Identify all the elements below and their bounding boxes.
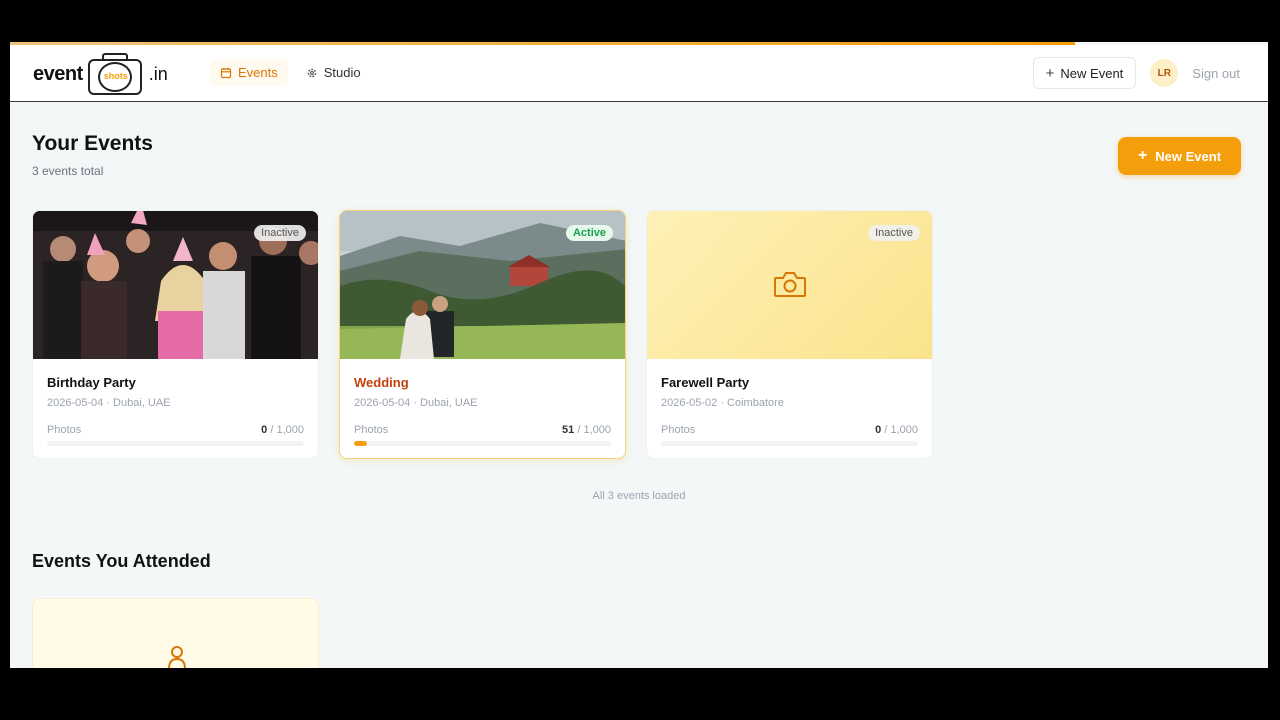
event-card-farewell-party[interactable]: Inactive Farewell Party 2026-05-02 · Coi… (646, 210, 933, 459)
nav-item-label: Events (238, 65, 278, 80)
nav-item-events[interactable]: Events (210, 59, 288, 86)
logo-word: event (33, 62, 83, 85)
photos-usage: Photos 0 / 1,000 (661, 424, 918, 436)
calendar-icon (220, 67, 232, 78)
status-badge: Inactive (868, 225, 920, 241)
event-cover-placeholder: Inactive (647, 211, 932, 359)
gear-icon (307, 68, 316, 77)
attended-section-title: Events You Attended (32, 551, 211, 571)
logo-tld: .in (148, 63, 168, 84)
events-count: 3 events total (32, 164, 104, 178)
new-event-button[interactable]: + New Event (1118, 137, 1241, 175)
nav-item-studio[interactable]: Studio (296, 59, 371, 86)
button-label: New Event (1060, 65, 1124, 81)
logo-badge: shots (103, 71, 128, 81)
photos-limit: / 1,000 (577, 424, 611, 436)
logo[interactable]: event shots .in (33, 53, 168, 95)
avatar[interactable]: LR (1150, 59, 1179, 87)
photos-count: 51 (562, 424, 575, 436)
photos-count: 0 (261, 424, 268, 436)
event-card-birthday-party[interactable]: Inactive Birthday Party 2026-05-04 · Dub… (32, 210, 319, 459)
app-window: event shots .in Events Studio + New Even… (10, 42, 1268, 668)
main-nav: Events Studio (210, 59, 371, 86)
loaded-status: All 3 events loaded (592, 490, 686, 502)
sign-out-link[interactable]: Sign out (1192, 66, 1240, 81)
event-cover-image: Inactive (33, 211, 318, 359)
new-event-header-button[interactable]: + New Event (1032, 57, 1137, 89)
camera-logo-icon: shots (85, 51, 147, 97)
page-title: Your Events (32, 132, 153, 155)
photos-usage: Photos 0 / 1,000 (47, 424, 304, 436)
attended-event-card[interactable] (32, 598, 319, 668)
user-icon (168, 646, 186, 668)
event-name: Farewell Party (661, 375, 750, 390)
event-meta: 2026-05-02 · Coimbatore (661, 397, 784, 409)
photos-limit: / 1,000 (270, 424, 304, 436)
event-meta: 2026-05-04 · Dubai, UAE (47, 397, 171, 409)
event-name: Wedding (354, 375, 409, 390)
plus-icon: + (1045, 64, 1055, 82)
top-header: event shots .in Events Studio + New Even… (10, 45, 1268, 102)
camera-icon (774, 272, 806, 297)
photos-label: Photos (47, 424, 82, 436)
photos-label: Photos (354, 424, 389, 436)
events-grid: Inactive Birthday Party 2026-05-04 · Dub… (32, 210, 933, 459)
photos-usage: Photos 51 / 1,000 (354, 424, 611, 436)
header-actions: + New Event LR Sign out (1032, 57, 1240, 89)
event-meta: 2026-05-04 · Dubai, UAE (354, 397, 478, 409)
photos-label: Photos (661, 424, 696, 436)
button-label: New Event (1155, 148, 1222, 164)
nav-item-label: Studio (323, 65, 361, 80)
photos-count: 0 (875, 424, 882, 436)
status-badge: Inactive (254, 225, 306, 241)
photos-progress-bar (661, 441, 918, 446)
photos-progress-bar (47, 441, 304, 446)
event-name: Birthday Party (47, 375, 136, 390)
plus-icon: + (1137, 147, 1148, 164)
event-card-wedding[interactable]: Active Wedding 2026-05-04 · Dubai, UAE P… (339, 210, 626, 459)
event-cover-image: Active (340, 211, 625, 359)
photos-limit: / 1,000 (884, 424, 918, 436)
photos-progress-bar (354, 441, 611, 446)
status-badge: Active (565, 225, 613, 241)
